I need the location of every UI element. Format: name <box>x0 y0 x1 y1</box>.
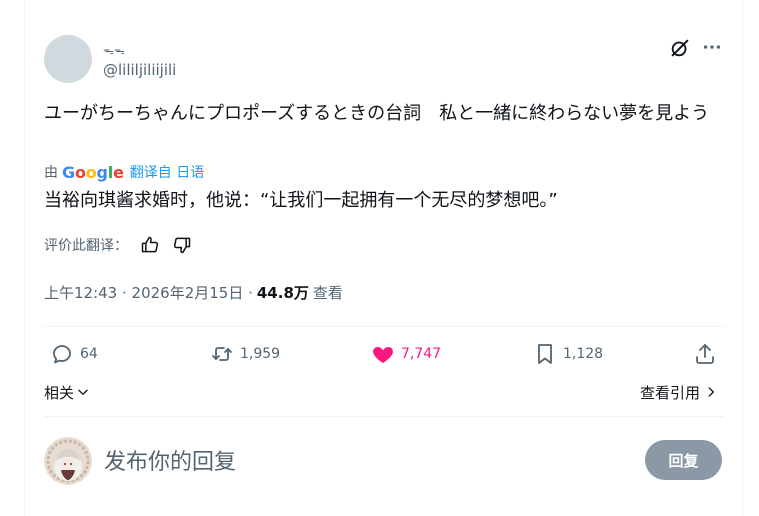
translation-attribution: 由 Google 翻译自 日语 <box>44 162 204 182</box>
tweet-meta: 上午12:43 · 2026年2月15日 · 44.8万 查看 <box>44 281 343 303</box>
rate-translation-row: 评价此翻译： <box>44 234 192 256</box>
thumbs-up-icon[interactable] <box>140 235 160 255</box>
reply-action[interactable]: 64 <box>50 340 98 368</box>
views-count: 44.8万 <box>256 283 309 302</box>
author-avatar[interactable] <box>44 35 92 83</box>
translated-from-link[interactable]: 翻译自 日语 <box>130 162 204 182</box>
related-label: 相关 <box>44 383 75 402</box>
grok-icon[interactable] <box>669 37 691 59</box>
like-action[interactable]: 7,747 <box>371 340 441 368</box>
retweet-count: 1,959 <box>240 346 281 362</box>
author-handle[interactable]: @lililjiliijili <box>103 61 176 79</box>
divider-top <box>44 326 724 327</box>
retweet-icon <box>212 347 232 361</box>
column-border-right <box>742 0 743 516</box>
reply-icon <box>53 345 71 364</box>
like-count: 7,747 <box>401 346 442 362</box>
chevron-down-icon <box>78 389 88 395</box>
translated-by-label: 由 <box>44 165 58 181</box>
column-border-left <box>24 0 25 516</box>
reply-count: 64 <box>80 346 98 362</box>
share-icon <box>696 344 714 364</box>
views-label: 查看 <box>312 283 343 302</box>
bookmark-action[interactable]: 1,128 <box>533 340 603 368</box>
view-quotes-label: 查看引用 <box>640 383 701 402</box>
reply-button[interactable]: 回复 <box>645 440 722 480</box>
tweet-detail-page: ᯓᯓ @lililjiliijili ユーがちーちゃんにプロポーズするときの台詞… <box>0 0 759 516</box>
view-quotes-link[interactable]: 查看引用 <box>640 381 718 403</box>
tweet-text: ユーがちーちゃんにプロポーズするときの台詞 私と一緒に終わらない夢を見よう <box>44 103 710 124</box>
heart-icon <box>373 347 393 363</box>
reply-input[interactable]: 发布你的回复 <box>104 444 236 476</box>
translated-text: 当裕向琪酱求婚时，他说：“让我们一起拥有一个无尽的梦想吧。” <box>44 190 558 211</box>
google-logo: Google <box>62 162 124 182</box>
timestamp[interactable]: 上午12:43 · 2026年2月15日 · <box>44 282 253 303</box>
bookmark-icon <box>538 344 552 364</box>
user-avatar[interactable] <box>44 437 92 485</box>
retweet-action[interactable]: 1,959 <box>210 340 280 368</box>
share-action[interactable] <box>693 340 723 368</box>
rate-translation-label: 评价此翻译： <box>44 238 128 254</box>
bookmark-count: 1,128 <box>563 346 604 362</box>
divider-bottom <box>44 416 724 417</box>
thumbs-down-icon[interactable] <box>172 235 192 255</box>
related-dropdown[interactable]: 相关 <box>44 381 90 403</box>
more-dots-icon[interactable] <box>701 37 723 59</box>
chevron-right-icon <box>708 387 714 397</box>
author-display-name[interactable]: ᯓᯓ <box>103 43 125 58</box>
